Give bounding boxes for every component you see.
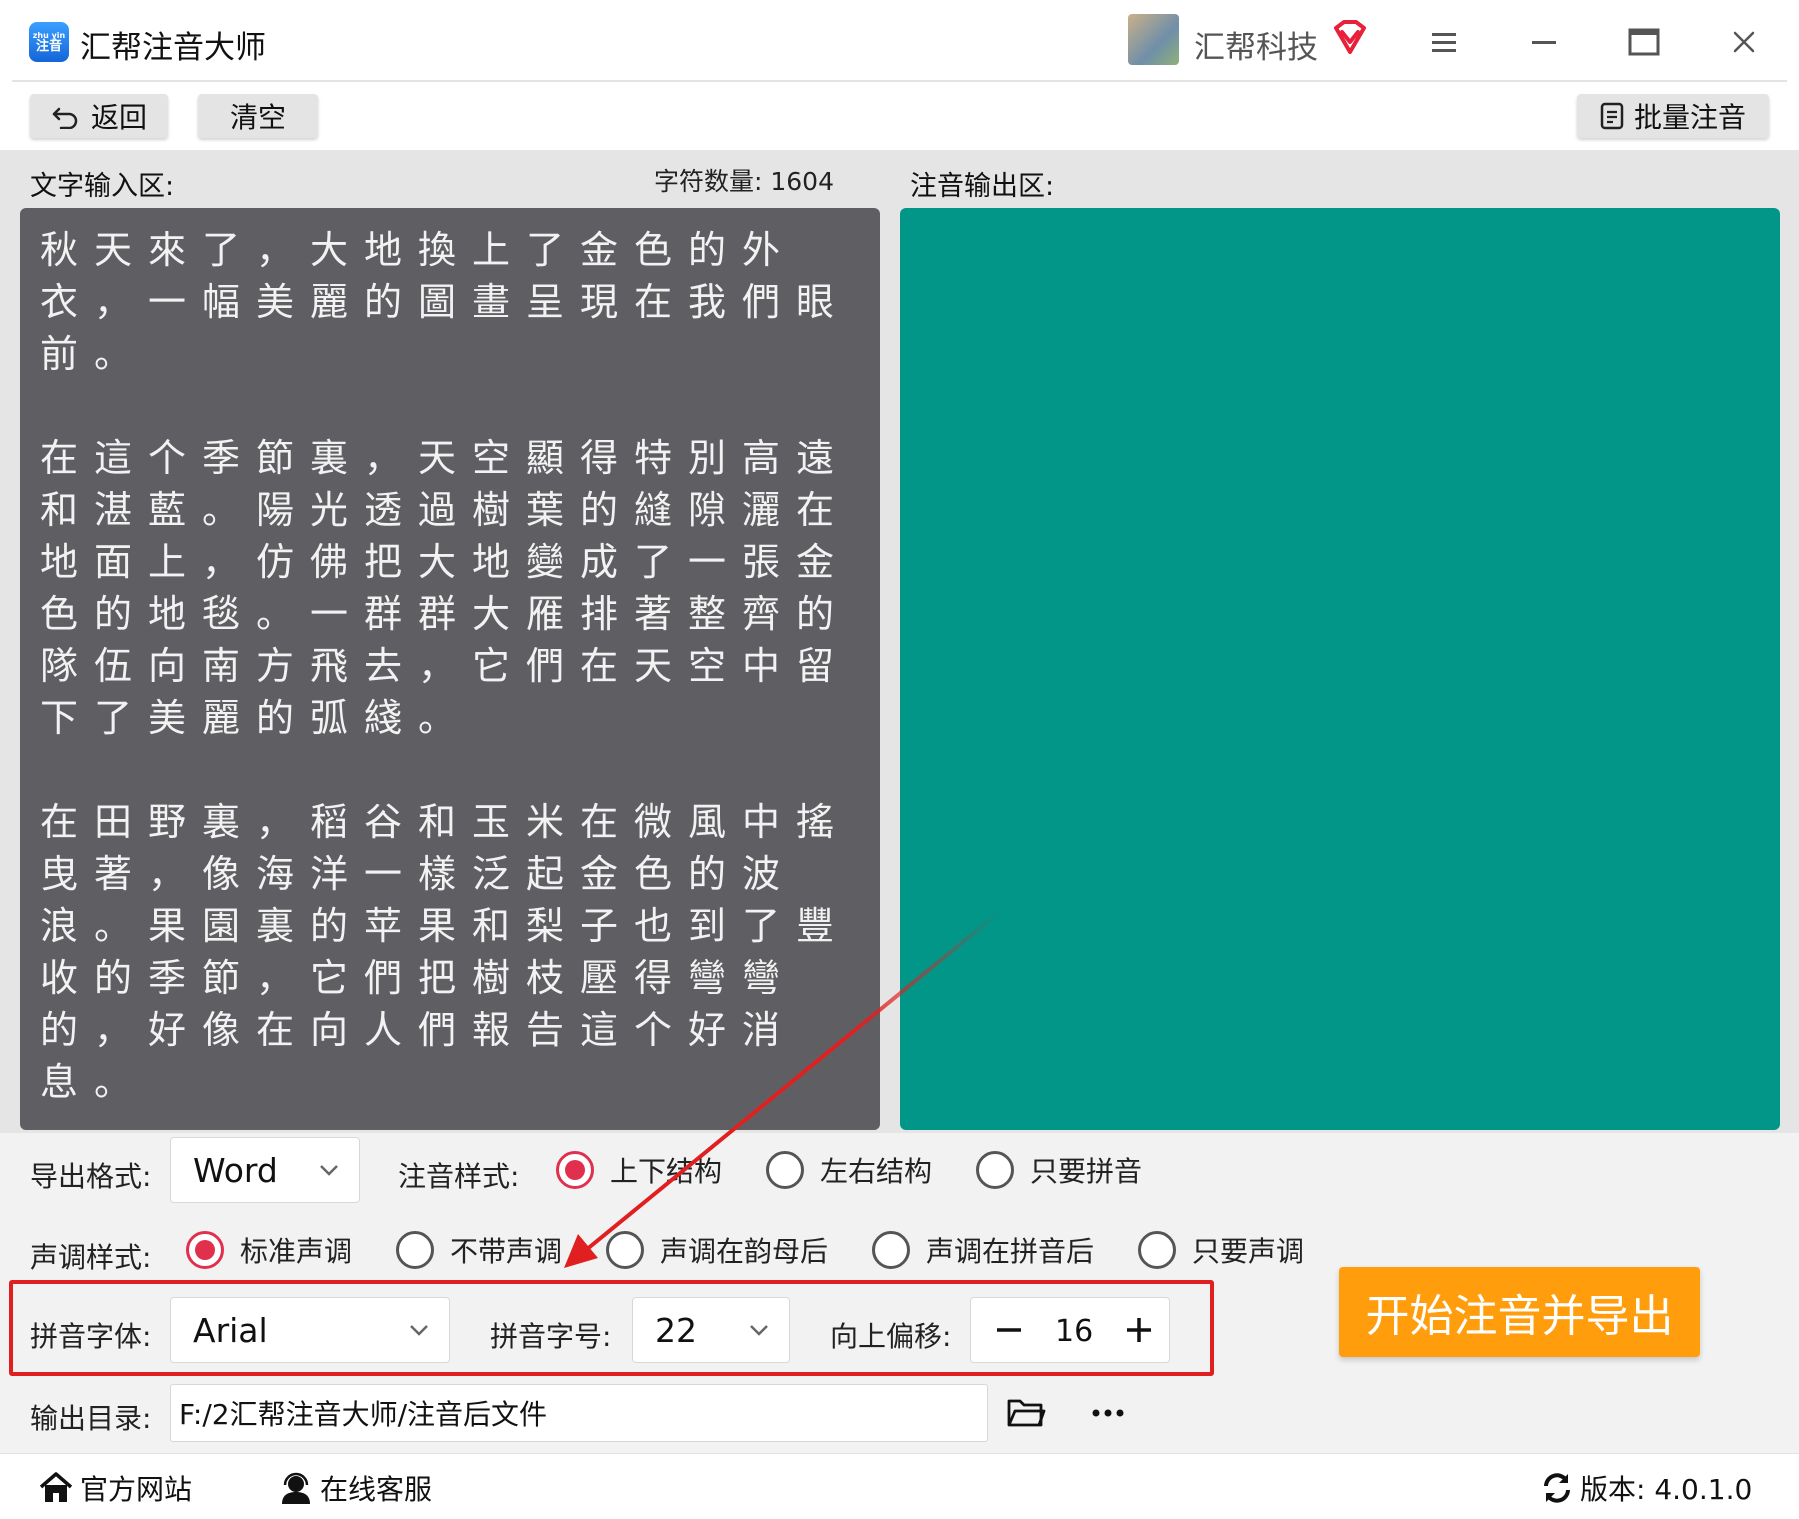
export-format-label: 导出格式: bbox=[30, 1160, 152, 1193]
tone-style-radio-after-pinyin[interactable]: 声调在拼音后 bbox=[872, 1230, 1094, 1270]
back-arrow-icon bbox=[52, 107, 78, 129]
clear-button-label: 清空 bbox=[229, 101, 286, 134]
close-button[interactable] bbox=[1722, 20, 1766, 64]
radio-icon bbox=[766, 1151, 804, 1189]
start-button-label: 开始注音并导出 bbox=[1365, 1291, 1674, 1342]
radio-icon bbox=[872, 1231, 910, 1269]
minimize-button[interactable] bbox=[1522, 20, 1566, 64]
back-button[interactable]: 返回 bbox=[30, 94, 168, 138]
vip-diamond-icon[interactable] bbox=[1330, 18, 1370, 58]
export-format-select[interactable]: Word bbox=[170, 1137, 360, 1203]
settings-panel: 导出格式: Word 注音样式: 上下结构 左右结构 只要拼音 声调样式: 标准… bbox=[0, 1133, 1799, 1453]
tone-style-option: 不带声调 bbox=[450, 1235, 563, 1268]
highlight-box bbox=[9, 1280, 1214, 1376]
document-icon bbox=[1600, 102, 1624, 130]
official-website-link[interactable]: 官方网站 bbox=[38, 1468, 192, 1508]
clear-button[interactable]: 清空 bbox=[198, 94, 318, 138]
batch-annotate-label: 批量注音 bbox=[1633, 101, 1746, 134]
toolbar: 返回 清空 批量注音 bbox=[0, 82, 1799, 150]
menu-icon bbox=[1432, 33, 1456, 52]
tone-style-radio-standard[interactable]: 标准声调 bbox=[186, 1230, 352, 1270]
home-icon bbox=[39, 1472, 73, 1502]
user-name[interactable]: 汇帮科技 bbox=[1194, 22, 1318, 67]
version-info[interactable]: 版本: 4.0.1.0 bbox=[1540, 1468, 1752, 1508]
menu-button[interactable] bbox=[1422, 20, 1466, 64]
work-area: 文字输入区: 字符数量: 1604 注音输出区: 秋天來了，大地換上了金色的外衣… bbox=[0, 150, 1799, 1133]
annotation-style-label: 注音样式: bbox=[398, 1160, 520, 1193]
output-dir-label: 输出目录: bbox=[30, 1402, 152, 1435]
output-dir-input[interactable]: F:/2汇帮注音大师/注音后文件 bbox=[170, 1384, 988, 1442]
annotation-style-option: 左右结构 bbox=[820, 1155, 933, 1188]
tone-style-radio-none[interactable]: 不带声调 bbox=[396, 1230, 562, 1270]
app-title: 汇帮注音大师 bbox=[80, 30, 266, 66]
maximize-button[interactable] bbox=[1622, 20, 1666, 64]
version-label: 版本: 4.0.1.0 bbox=[1580, 1473, 1753, 1506]
tone-style-radio-tone-only[interactable]: 只要声调 bbox=[1138, 1230, 1304, 1270]
output-area-label: 注音输出区: bbox=[910, 171, 1055, 202]
online-service-link[interactable]: 在线客服 bbox=[278, 1468, 432, 1508]
annotation-style-option: 只要拼音 bbox=[1030, 1155, 1143, 1188]
start-annotate-export-button[interactable]: 开始注音并导出 bbox=[1339, 1267, 1700, 1357]
more-icon[interactable] bbox=[1088, 1398, 1128, 1428]
official-website-label: 官方网站 bbox=[80, 1473, 193, 1506]
tone-style-option: 只要声调 bbox=[1192, 1235, 1305, 1268]
output-dir-value: F:/2汇帮注音大师/注音后文件 bbox=[179, 1398, 548, 1431]
title-bar: zhu yin 注音 汇帮注音大师 汇帮科技 bbox=[0, 0, 1799, 82]
back-button-label: 返回 bbox=[90, 101, 147, 134]
tone-style-option: 声调在韵母后 bbox=[660, 1235, 829, 1268]
annotation-style-radio-pinyin-only[interactable]: 只要拼音 bbox=[976, 1150, 1142, 1190]
tone-style-radio-after-final[interactable]: 声调在韵母后 bbox=[606, 1230, 828, 1270]
radio-selected-icon bbox=[556, 1151, 594, 1189]
tone-style-option: 声调在拼音后 bbox=[926, 1235, 1095, 1268]
input-text[interactable]: 秋天來了，大地換上了金色的外衣，一幅美麗的圖畫呈現在我們眼前。 在這个季節裏，天… bbox=[40, 224, 855, 1108]
app-logo-text-bottom: 注音 bbox=[35, 38, 62, 54]
radio-selected-icon bbox=[186, 1231, 224, 1269]
customer-service-icon bbox=[282, 1472, 310, 1504]
chevron-down-icon bbox=[320, 1165, 338, 1176]
radio-icon bbox=[976, 1151, 1014, 1189]
radio-icon bbox=[396, 1231, 434, 1269]
char-count: 字符数量: 1604 bbox=[654, 167, 834, 196]
input-area-label: 文字输入区: bbox=[30, 171, 175, 202]
user-avatar[interactable] bbox=[1128, 14, 1179, 65]
online-service-label: 在线客服 bbox=[320, 1473, 433, 1506]
annotation-style-radio-horizontal[interactable]: 左右结构 bbox=[766, 1150, 932, 1190]
close-icon bbox=[1733, 31, 1755, 53]
footer: 官方网站 在线客服 版本: 4.0.1.0 bbox=[0, 1453, 1799, 1519]
maximize-icon bbox=[1628, 28, 1660, 56]
annotation-output-area[interactable] bbox=[900, 208, 1780, 1130]
radio-icon bbox=[606, 1231, 644, 1269]
folder-open-icon[interactable] bbox=[1006, 1395, 1046, 1431]
annotation-style-radio-vertical[interactable]: 上下结构 bbox=[556, 1150, 722, 1190]
tone-style-label: 声调样式: bbox=[30, 1241, 152, 1274]
batch-annotate-button[interactable]: 批量注音 bbox=[1577, 94, 1769, 138]
minimize-icon bbox=[1532, 41, 1556, 44]
text-input-area[interactable]: 秋天來了，大地換上了金色的外衣，一幅美麗的圖畫呈現在我們眼前。 在這个季節裏，天… bbox=[20, 208, 880, 1130]
annotation-style-option: 上下结构 bbox=[610, 1155, 723, 1188]
radio-icon bbox=[1138, 1231, 1176, 1269]
export-format-value: Word bbox=[193, 1150, 278, 1190]
refresh-icon bbox=[1544, 1473, 1570, 1503]
tone-style-option: 标准声调 bbox=[240, 1235, 353, 1268]
app-logo: zhu yin 注音 bbox=[29, 22, 69, 62]
